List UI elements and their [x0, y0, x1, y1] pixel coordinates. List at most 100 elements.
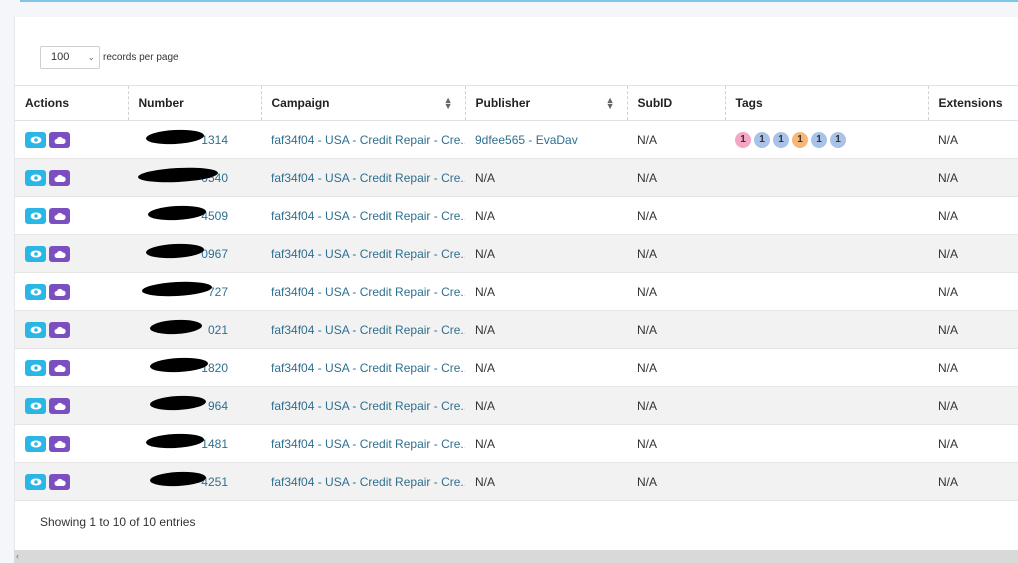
sort-icon[interactable]: ▲ ▼: [606, 96, 615, 111]
view-button[interactable]: [25, 359, 46, 376]
campaign-link[interactable]: faf34f04 - USA - Credit Repair - Cre...: [271, 361, 465, 375]
cloud-button[interactable]: [49, 435, 70, 452]
campaign-link[interactable]: faf34f04 - USA - Credit Repair - Cre...: [271, 399, 465, 413]
view-button[interactable]: [25, 473, 46, 490]
number-link[interactable]: 021: [138, 318, 228, 337]
column-header-number[interactable]: Number: [127, 85, 261, 121]
column-header-publisher[interactable]: Publisher ▲ ▼: [464, 85, 627, 121]
tags-cell: [725, 158, 928, 197]
row-actions: [15, 348, 128, 387]
campaign-cell: faf34f04 - USA - Credit Repair - Cre...: [261, 234, 465, 273]
eye-icon: [30, 212, 42, 220]
tag-badge[interactable]: 1: [811, 131, 827, 148]
campaign-link[interactable]: faf34f04 - USA - Credit Repair - Cre...: [271, 209, 465, 223]
cloud-button[interactable]: [49, 169, 70, 186]
sort-icon[interactable]: ▲ ▼: [444, 96, 453, 111]
number-link[interactable]: 727: [138, 279, 228, 299]
number-cell: 1481: [128, 424, 261, 463]
campaign-link[interactable]: faf34f04 - USA - Credit Repair - Cre...: [271, 475, 465, 489]
row-actions: [15, 272, 128, 311]
publisher-value[interactable]: 9dfee565 - EvaDav: [475, 133, 578, 147]
cloud-button[interactable]: [49, 245, 70, 262]
tag-badge[interactable]: 1: [754, 131, 770, 148]
cloud-button[interactable]: [49, 283, 70, 300]
campaign-cell: faf34f04 - USA - Credit Repair - Cre...: [261, 386, 465, 425]
cloud-button[interactable]: [49, 131, 70, 148]
publisher-cell: N/A: [465, 196, 627, 235]
cloud-button[interactable]: [49, 397, 70, 414]
extensions-cell: N/A: [928, 120, 1018, 159]
number-cell: 4509: [128, 196, 261, 235]
campaign-cell: faf34f04 - USA - Credit Repair - Cre...: [261, 196, 465, 235]
extensions-cell: N/A: [928, 234, 1018, 273]
campaign-link[interactable]: faf34f04 - USA - Credit Repair - Cre...: [271, 133, 465, 147]
publisher-cell: N/A: [465, 234, 627, 273]
number-link[interactable]: 1314: [138, 127, 228, 147]
extensions-cell: N/A: [928, 424, 1018, 463]
eye-icon: [30, 478, 42, 486]
publisher-value: N/A: [475, 360, 496, 375]
number-link[interactable]: 4509: [138, 203, 228, 223]
redaction-mark: [147, 203, 207, 222]
calls-table: Actions Number Campaign ▲ ▼ Publisher ▲ ▼ Su…: [15, 85, 1018, 501]
number-link[interactable]: 1820: [138, 355, 228, 375]
publisher-value: N/A: [475, 322, 496, 337]
number-cell: 964: [128, 386, 261, 425]
eye-icon: [30, 174, 42, 182]
campaign-link[interactable]: faf34f04 - USA - Credit Repair - Cre...: [271, 285, 465, 299]
records-per-page-select[interactable]: 100 ⌄: [40, 45, 100, 69]
view-button[interactable]: [25, 397, 46, 414]
publisher-cell: 9dfee565 - EvaDav: [465, 120, 627, 159]
view-button[interactable]: [25, 435, 46, 452]
tags-cell: [725, 234, 928, 273]
column-header-campaign[interactable]: Campaign ▲ ▼: [260, 85, 465, 121]
publisher-value: N/A: [475, 170, 496, 185]
number-link[interactable]: 964: [138, 394, 228, 413]
publisher-value: N/A: [475, 474, 496, 489]
column-header-campaign-label: Campaign: [271, 96, 330, 110]
view-button[interactable]: [25, 283, 46, 300]
extensions-cell: N/A: [928, 272, 1018, 311]
number-link[interactable]: 0540: [137, 165, 228, 185]
subid-cell: N/A: [627, 196, 725, 235]
tag-badge[interactable]: 1: [773, 131, 789, 148]
cloud-button[interactable]: [49, 321, 70, 338]
view-button[interactable]: [25, 245, 46, 262]
view-button[interactable]: [25, 131, 46, 148]
view-button[interactable]: [25, 207, 46, 224]
campaign-link[interactable]: faf34f04 - USA - Credit Repair - Cre...: [271, 247, 465, 261]
campaign-link[interactable]: faf34f04 - USA - Credit Repair - Cre...: [271, 171, 465, 185]
number-link[interactable]: 0967: [138, 241, 228, 261]
cloud-button[interactable]: [49, 207, 70, 224]
column-header-extensions[interactable]: Extensions: [927, 85, 1018, 121]
publisher-cell: N/A: [465, 424, 627, 463]
column-header-tags[interactable]: Tags: [724, 85, 928, 121]
chevron-left-icon[interactable]: ‹: [16, 551, 19, 561]
number-cell: 4251: [128, 462, 261, 501]
subid-cell: N/A: [627, 120, 725, 159]
campaign-cell: faf34f04 - USA - Credit Repair - Cre...: [261, 120, 465, 159]
number-link[interactable]: 4251: [138, 470, 228, 489]
table-header-row: Actions Number Campaign ▲ ▼ Publisher ▲ ▼ Su…: [15, 85, 1018, 121]
view-button[interactable]: [25, 321, 46, 338]
tag-badge[interactable]: 1: [735, 131, 751, 148]
tag-badge[interactable]: 1: [792, 131, 808, 148]
horizontal-scrollbar[interactable]: ‹: [14, 550, 1018, 563]
table-row: 1481 faf34f04 - USA - Credit Repair - Cre…: [15, 424, 1018, 463]
cloud-icon: [54, 250, 66, 258]
column-header-subid[interactable]: SubID: [626, 85, 725, 121]
row-actions: [15, 196, 128, 235]
chevron-down-icon: ⌄: [87, 51, 95, 62]
tag-badge[interactable]: 1: [830, 131, 846, 148]
campaign-link[interactable]: faf34f04 - USA - Credit Repair - Cre...: [271, 323, 465, 337]
campaign-link[interactable]: faf34f04 - USA - Credit Repair - Cre...: [271, 437, 465, 451]
subid-cell: N/A: [627, 424, 725, 463]
table-row: 4251 faf34f04 - USA - Credit Repair - Cre…: [15, 462, 1018, 501]
subid-cell: N/A: [627, 234, 725, 273]
cloud-button[interactable]: [49, 473, 70, 490]
cloud-button[interactable]: [49, 359, 70, 376]
redaction-mark: [145, 241, 205, 260]
number-link[interactable]: 1481: [138, 431, 228, 451]
view-button[interactable]: [25, 169, 46, 186]
subid-cell: N/A: [627, 348, 725, 387]
